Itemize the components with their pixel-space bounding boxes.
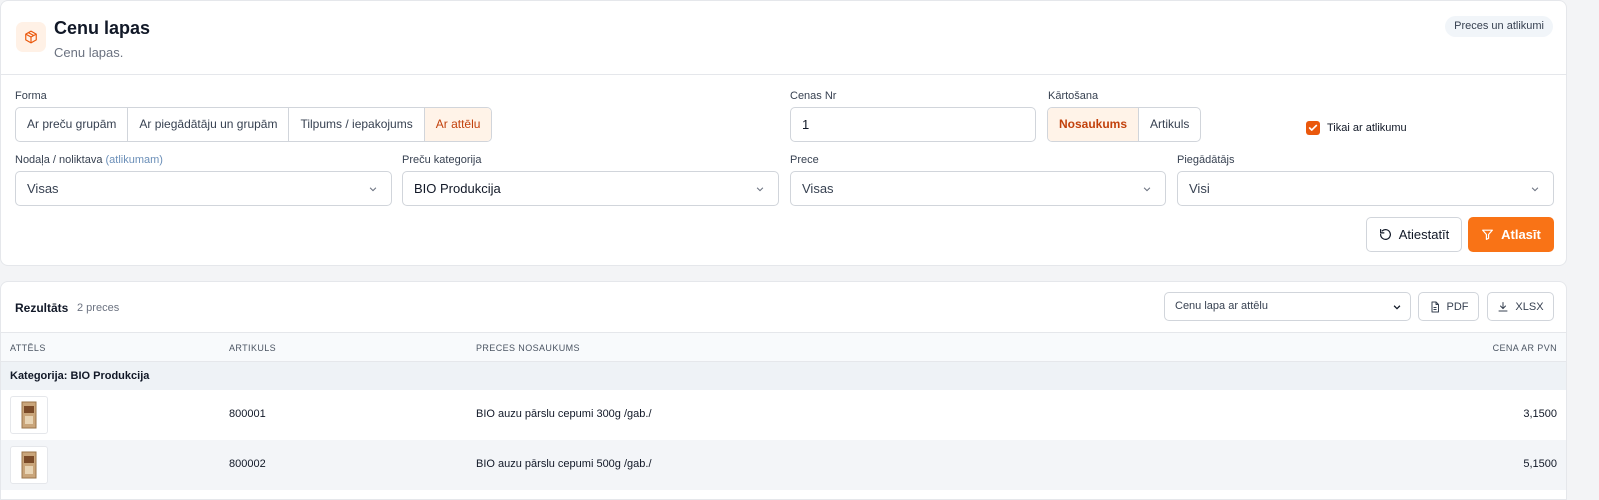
forma-segmented: Ar preču grupām Ar piegādātāju un grupām… <box>15 107 493 142</box>
sku-cell: 800002 <box>229 458 266 470</box>
download-icon <box>1498 301 1508 311</box>
chevron-down-icon <box>369 187 377 192</box>
forma-option-groups[interactable]: Ar preču grupām <box>16 108 129 141</box>
only-stock-checkbox[interactable] <box>1306 121 1320 135</box>
section-badge: Preces un atlikumi <box>1445 16 1553 37</box>
forma-option-volume[interactable]: Tilpums / iepakojums <box>289 108 425 141</box>
sort-label: Kārtošana <box>1048 90 1099 102</box>
supplier-select[interactable]: Visi <box>1177 171 1554 206</box>
results-title: Rezultāts <box>15 301 69 315</box>
column-header-image[interactable]: ATTĒLS <box>10 343 46 353</box>
warehouse-select[interactable]: Visas <box>15 171 392 206</box>
column-header-sku[interactable]: ARTIKULS <box>229 343 276 353</box>
table-row[interactable]: 800001 BIO auzu pārslu cepumi 300g /gab.… <box>1 390 1566 440</box>
file-icon <box>1431 301 1439 312</box>
category-group-row: Kategorija: BIO Produkcija <box>1 362 1566 390</box>
product-select[interactable]: Visas <box>790 171 1166 206</box>
chevron-down-icon <box>756 187 764 192</box>
product-name-cell: BIO auzu pārslu cepumi 300g /gab./ <box>476 408 652 420</box>
page-subtitle: Cenu lapas. <box>54 45 124 60</box>
price-cell: 5,1500 <box>1523 458 1557 470</box>
only-stock-label: Tikai ar atlikumu <box>1327 122 1407 134</box>
chevron-down-icon <box>1143 187 1151 192</box>
forma-option-supplier-groups[interactable]: Ar piegādātāju un grupām <box>128 108 290 141</box>
price-nr-input[interactable]: 1 <box>790 107 1036 142</box>
column-header-name[interactable]: PRECES NOSAUKUMS <box>476 343 580 353</box>
price-nr-label: Cenas Nr <box>790 90 837 102</box>
sort-segmented: Nosaukums Artikuls <box>1047 107 1202 142</box>
forma-label: Forma <box>15 90 47 102</box>
sort-option-name[interactable]: Nosaukums <box>1048 108 1140 141</box>
check-icon <box>1308 124 1318 131</box>
chevron-down-icon <box>1393 305 1401 310</box>
category-label: Preču kategorija <box>402 154 482 166</box>
pdf-button[interactable]: PDF <box>1418 292 1479 321</box>
product-thumbnail[interactable] <box>10 446 48 484</box>
price-cell: 3,1500 <box>1523 408 1557 420</box>
product-package-icon <box>21 451 37 479</box>
page-title: Cenu lapas <box>54 18 151 38</box>
warehouse-label: Nodaļa / noliktava (atlikumam) <box>15 154 163 166</box>
results-card: Rezultāts 2 preces Cenu lapa ar attēlu P… <box>0 281 1567 500</box>
header-divider <box>1 74 1566 75</box>
filter-icon <box>1482 229 1494 240</box>
forma-option-image[interactable]: Ar attēlu <box>424 108 492 141</box>
table-header: ATTĒLS ARTIKULS PRECES NOSAUKUMS CENA AR… <box>1 332 1566 362</box>
category-select[interactable]: BIO Produkcija <box>402 171 779 206</box>
supplier-label: Piegādātājs <box>1177 154 1235 166</box>
filter-card: Cenu lapas Cenu lapas. Preces un atlikum… <box>0 0 1567 266</box>
reset-icon <box>1379 229 1391 240</box>
product-name-cell: BIO auzu pārslu cepumi 500g /gab./ <box>476 458 652 470</box>
reset-button[interactable]: Atiestatīt <box>1366 217 1462 252</box>
sku-cell: 800001 <box>229 408 266 420</box>
column-header-price[interactable]: CENA AR PVN <box>1493 343 1557 353</box>
product-thumbnail[interactable] <box>10 396 48 434</box>
product-label: Prece <box>790 154 819 166</box>
warehouse-hint: (atlikumam) <box>105 154 163 166</box>
box-icon <box>16 22 46 52</box>
product-package-icon <box>21 401 37 429</box>
apply-button[interactable]: Atlasīt <box>1468 217 1554 252</box>
xlsx-button[interactable]: XLSX <box>1487 292 1554 321</box>
table-row[interactable]: 800002 BIO auzu pārslu cepumi 500g /gab.… <box>1 440 1566 490</box>
results-count: 2 preces <box>77 302 120 314</box>
chevron-down-icon <box>1531 187 1539 192</box>
report-format-select[interactable]: Cenu lapa ar attēlu <box>1164 292 1411 321</box>
sort-option-sku[interactable]: Artikuls <box>1139 108 1200 141</box>
